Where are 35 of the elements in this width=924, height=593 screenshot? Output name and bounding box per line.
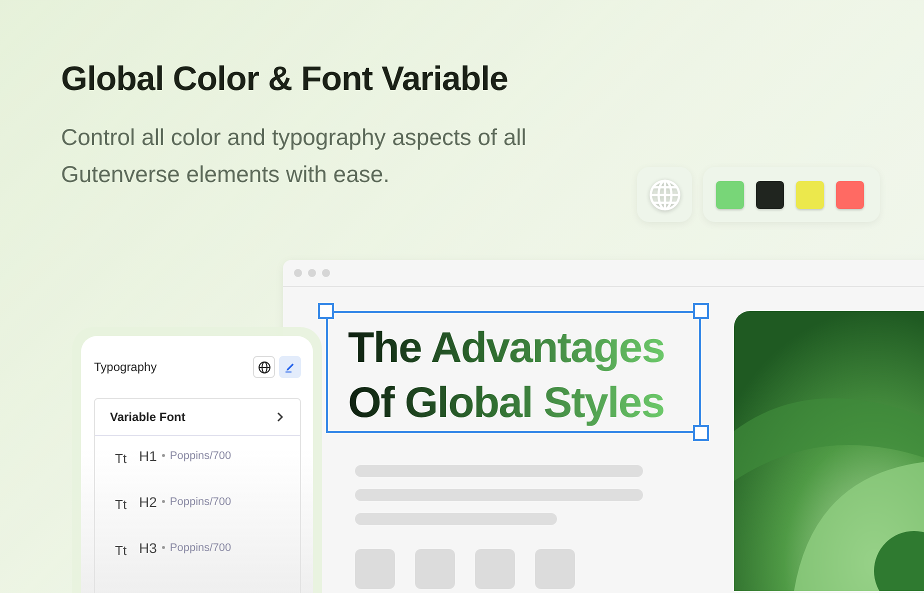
font-name: Poppins/700 xyxy=(170,496,232,508)
globe-icon xyxy=(258,360,270,374)
font-name: Poppins/700 xyxy=(170,542,232,554)
description: Control all color and typography aspects of all Gutenverse elements with ease. xyxy=(61,123,528,189)
separator-dot xyxy=(162,454,165,457)
pen-icon xyxy=(284,361,296,373)
resize-handle[interactable] xyxy=(693,303,709,319)
separator-dot xyxy=(162,500,165,503)
placeholder-block xyxy=(535,549,575,589)
variable-font-row[interactable]: Variable Font xyxy=(95,399,300,436)
font-name: Poppins/700 xyxy=(170,450,232,462)
selection-frame[interactable]: The Advantages Of Global Styles xyxy=(326,311,701,433)
resize-handle[interactable] xyxy=(693,425,709,441)
heading-tag: H3 xyxy=(139,540,157,556)
globe-button[interactable] xyxy=(253,356,275,378)
color-swatch[interactable] xyxy=(796,180,824,208)
heading-tag: H1 xyxy=(139,448,157,464)
resize-handle[interactable] xyxy=(318,303,334,319)
placeholder-block xyxy=(415,549,455,589)
color-swatch[interactable] xyxy=(716,180,744,208)
placeholder-block xyxy=(355,549,395,589)
type-icon-label: Tt xyxy=(115,543,128,558)
pen-button[interactable] xyxy=(279,356,301,378)
heading-tag: H2 xyxy=(139,494,157,510)
window-dots-icon xyxy=(294,269,330,277)
type-icon-label: Tt xyxy=(115,451,128,466)
color-swatch[interactable] xyxy=(756,180,784,208)
panel-title: Typography xyxy=(94,360,157,374)
color-swatch[interactable] xyxy=(836,180,864,208)
heading: Global Color & Font Variable xyxy=(61,60,509,99)
globe-icon xyxy=(648,178,682,212)
type-icon-label: Tt xyxy=(115,497,128,512)
placeholder-block xyxy=(475,549,515,589)
chevron-right-icon xyxy=(276,411,284,423)
separator-dot xyxy=(162,546,165,549)
